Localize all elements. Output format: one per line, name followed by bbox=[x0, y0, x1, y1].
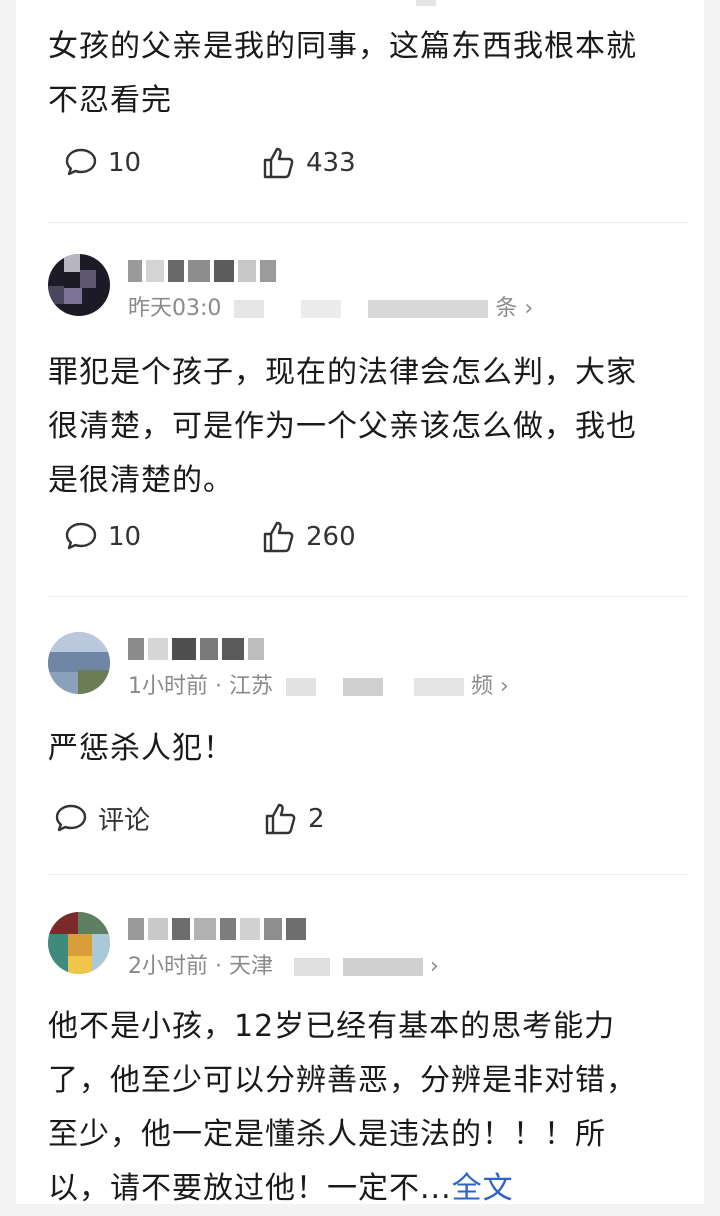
comment-text-line: 他不是小孩，12岁已经有基本的思考能力 bbox=[48, 1009, 616, 1044]
reply-button[interactable]: 评论 bbox=[54, 800, 216, 837]
meta-suffix: 条 bbox=[495, 296, 518, 321]
divider bbox=[48, 222, 688, 223]
comment-text-line: 不忍看完 bbox=[48, 83, 172, 118]
chevron-right-icon[interactable]: › bbox=[430, 954, 439, 979]
full-text-link[interactable]: 全文 bbox=[452, 1171, 514, 1206]
divider bbox=[48, 874, 688, 875]
comment-text-line: 罪犯是个孩子，现在的法律会怎么判，大家 bbox=[48, 355, 637, 390]
username-redacted[interactable] bbox=[128, 918, 310, 942]
chevron-right-icon[interactable]: › bbox=[524, 296, 533, 321]
divider bbox=[48, 596, 688, 597]
cropped-fragment bbox=[416, 0, 436, 6]
speech-bubble-icon bbox=[65, 148, 97, 176]
like-count: 433 bbox=[306, 148, 356, 178]
reply-button[interactable]: 10 bbox=[64, 521, 214, 553]
username-redacted[interactable] bbox=[128, 638, 268, 662]
username-redacted[interactable] bbox=[128, 260, 280, 284]
comment-4-body: 他不是小孩，12岁已经有基本的思考能力 了，他至少可以分辨善恶，分辨是非对错， … bbox=[48, 1000, 678, 1216]
truncated-text: 以，请不要放过他！一定不... bbox=[48, 1171, 452, 1206]
thumbs-up-icon bbox=[263, 521, 294, 553]
speech-bubble-icon bbox=[65, 522, 97, 550]
comment-1-actions: 10 433 bbox=[64, 146, 404, 180]
comment-list: 女孩的父亲是我的同事，这篇东西我根本就 不忍看完 10 433 昨天03:0 条… bbox=[16, 0, 704, 1206]
comment-text-line: 很清楚，可是作为一个父亲该怎么做，我也 bbox=[48, 409, 637, 444]
reply-count: 10 bbox=[108, 148, 142, 178]
thumbs-up-icon bbox=[263, 147, 294, 179]
comment-text-line: 了，他至少可以分辨善恶，分辨是非对错， bbox=[48, 1063, 637, 1098]
comment-text-line: 严惩杀人犯！ bbox=[48, 731, 234, 766]
comment-2-body: 罪犯是个孩子，现在的法律会怎么判，大家 很清楚，可是作为一个父亲该怎么做，我也 … bbox=[48, 346, 678, 508]
comment-meta: 1小时前 · 江苏 频 › bbox=[128, 668, 509, 700]
comment-text-line: 女孩的父亲是我的同事，这篇东西我根本就 bbox=[48, 29, 637, 64]
comment-text-line: 以，请不要放过他！一定不...全文 bbox=[48, 1162, 678, 1216]
comment-time: 2小时前 · 天津 bbox=[128, 954, 273, 979]
speech-bubble-icon bbox=[55, 804, 87, 831]
comment-2-actions: 10 260 bbox=[64, 520, 404, 554]
comment-meta: 2小时前 · 天津 › bbox=[128, 948, 439, 980]
reply-label: 评论 bbox=[98, 806, 151, 836]
meta-suffix: 频 bbox=[470, 674, 493, 699]
comment-time: 昨天03:0 bbox=[128, 296, 222, 321]
comment-text-line: 至少，他一定是懂杀人是违法的！！！所 bbox=[48, 1117, 606, 1152]
like-button[interactable]: 2 bbox=[264, 802, 325, 836]
comment-3-body: 严惩杀人犯！ bbox=[48, 722, 678, 776]
like-button[interactable]: 260 bbox=[262, 520, 356, 554]
avatar[interactable] bbox=[48, 632, 110, 694]
comment-1-body: 女孩的父亲是我的同事，这篇东西我根本就 不忍看完 bbox=[48, 20, 678, 128]
comment-meta: 昨天03:0 条 › bbox=[128, 290, 533, 322]
comment-text-line: 是很清楚的。 bbox=[48, 463, 234, 498]
comment-time: 1小时前 · 江苏 bbox=[128, 674, 273, 699]
like-button[interactable]: 433 bbox=[262, 146, 356, 180]
avatar[interactable] bbox=[48, 254, 110, 316]
like-count: 2 bbox=[308, 803, 325, 834]
avatar[interactable] bbox=[48, 912, 110, 974]
comment-3-actions: 评论 2 bbox=[54, 800, 373, 837]
like-count: 260 bbox=[306, 522, 356, 552]
reply-count: 10 bbox=[108, 522, 142, 552]
reply-button[interactable]: 10 bbox=[64, 147, 214, 179]
thumbs-up-icon bbox=[265, 803, 296, 834]
chevron-right-icon[interactable]: › bbox=[500, 674, 509, 699]
